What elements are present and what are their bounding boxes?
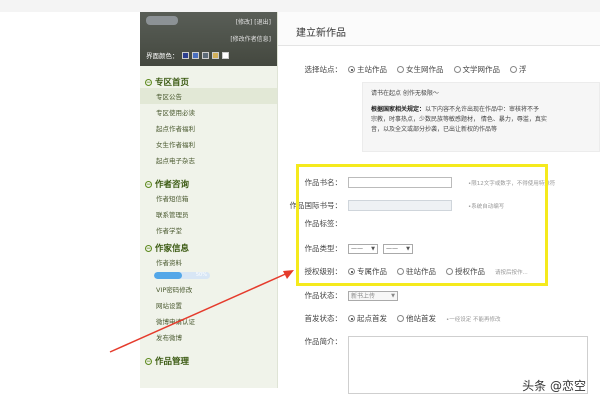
radio-dot-icon [510,66,517,73]
section-title-consult[interactable]: − 作者咨询 [140,178,277,190]
section-title-author-info[interactable]: − 作家信息 [140,242,277,254]
intro-label: 作品简介： [304,337,343,346]
progress-percent: 50% [195,272,207,278]
sidebar-item-vip-password[interactable]: VIP密码修改 [140,281,277,297]
theme-swatch-1[interactable] [181,51,189,59]
section-title-home[interactable]: − 专区首页 [140,76,277,88]
status-select: 新书上传 ▼ [348,290,398,301]
theme-color-row: 界面颜色： [146,50,229,60]
collapse-circle-icon: − [145,78,152,86]
radio-qidian-first[interactable]: 起点首发 [348,313,387,324]
section-consult: − 作者咨询 作者短信箱 联系管理员 作者学堂 [140,178,277,238]
radio-dot-icon [348,315,355,322]
account-links[interactable]: [修改] [退出] [236,17,271,26]
sidebar-item-site-settings[interactable]: 网站设置 [140,297,277,313]
sidebar-item-school[interactable]: 作者学堂 [140,222,277,238]
section-author-info: − 作家信息 作者资料 50% VIP密码修改 网站设置 微博申请认证 发布微博 [140,242,277,345]
section-home: − 专区首页 专区公告 专区使用必读 起点作者福利 女生作者福利 起点电子杂志 [140,76,277,168]
notice-line-3: 宗教，时事热点，少数民族等敏感题材， 情色、暴力，辱滥，真实 [371,116,547,123]
sidebar-item-weibo-verify[interactable]: 微博申请认证 [140,313,277,329]
theme-swatch-3[interactable] [201,51,209,59]
sidebar-item-profile[interactable]: 作者资料 [140,254,277,270]
sidebar-item-author-welfare[interactable]: 起点作者福利 [140,120,277,136]
radio-other-site[interactable]: 浮 [510,64,527,75]
sidebar-item-announcement[interactable]: 专区公告 [140,88,277,104]
radio-other-first[interactable]: 他站首发 [397,313,436,324]
top-strip [0,0,600,12]
status-row: 作品状态： 新书上传 ▼ [278,290,403,301]
first-publish-hint: •一经设定 不能再修改 [446,316,501,323]
collapse-circle-icon: − [145,244,152,252]
notice-line-4: 音，以及全文或部分抄袭，已出让新权的作品等 [371,126,498,133]
section-works: − 作品管理 [140,355,277,367]
first-publish-label: 首发状态： [304,314,343,323]
collapse-circle-icon: − [145,180,152,188]
theme-swatch-4[interactable] [211,51,219,59]
radio-female-site[interactable]: 女生网作品 [397,64,444,75]
theme-swatch-5[interactable] [221,51,229,59]
collapse-circle-icon: − [145,357,152,365]
sidebar-item-inbox[interactable]: 作者短信箱 [140,190,277,206]
dropdown-arrow-icon: ▼ [391,292,395,299]
sidebar-header: [修改] [退出] [修改作者信息] 界面颜色： [140,12,277,66]
radio-main-site[interactable]: 主站作品 [348,64,387,75]
sidebar-item-contact-admin[interactable]: 联系管理员 [140,206,277,222]
progress-fill [154,272,182,279]
radio-literature-site[interactable]: 文学网作品 [453,64,500,75]
status-label: 作品状态： [304,291,343,300]
sidebar-item-female-welfare[interactable]: 女生作者福利 [140,136,277,152]
sidebar-item-post-weibo[interactable]: 发布微博 [140,329,277,345]
radio-dot-icon [397,66,404,73]
page-title: 建立新作品 [278,12,600,46]
radio-dot-icon [348,66,355,73]
edit-author-info-link[interactable]: [修改作者信息] [230,34,271,43]
radio-dot-icon [397,315,404,322]
section-title-works[interactable]: − 作品管理 [140,355,277,367]
notice-line-2: 根据国家相关规定：以下内容不允许出现在作品中：审核将不予 [371,106,540,113]
theme-color-label: 界面颜色： [146,52,179,60]
site-label: 选择站点： [304,65,343,74]
profile-progress-bar: 50% [154,272,210,279]
left-blank-area [0,12,140,400]
first-publish-row: 首发状态： 起点首发 他站首发 •一经设定 不能再修改 [278,313,501,324]
sidebar-item-magazine[interactable]: 起点电子杂志 [140,152,277,168]
radio-dot-icon [453,66,461,73]
rules-notice: 请书在起点 创作无极限～ 根据国家相关规定：以下内容不允许出现在作品中：审核将不… [362,82,600,152]
yellow-highlight-box [296,164,548,286]
site-row: 选择站点： 主站作品 女生网作品 文学网作品 浮 [278,64,537,75]
sidebar-item-guide[interactable]: 专区使用必读 [140,104,277,120]
blurred-username [146,16,178,25]
theme-swatch-2[interactable] [191,51,199,59]
sidebar: [修改] [退出] [修改作者信息] 界面颜色： − 专区首页 专区公告 专区使… [140,12,278,388]
watermark: 头条 @恋空 [522,379,586,393]
notice-line-1: 请书在起点 创作无极限～ [371,90,439,97]
